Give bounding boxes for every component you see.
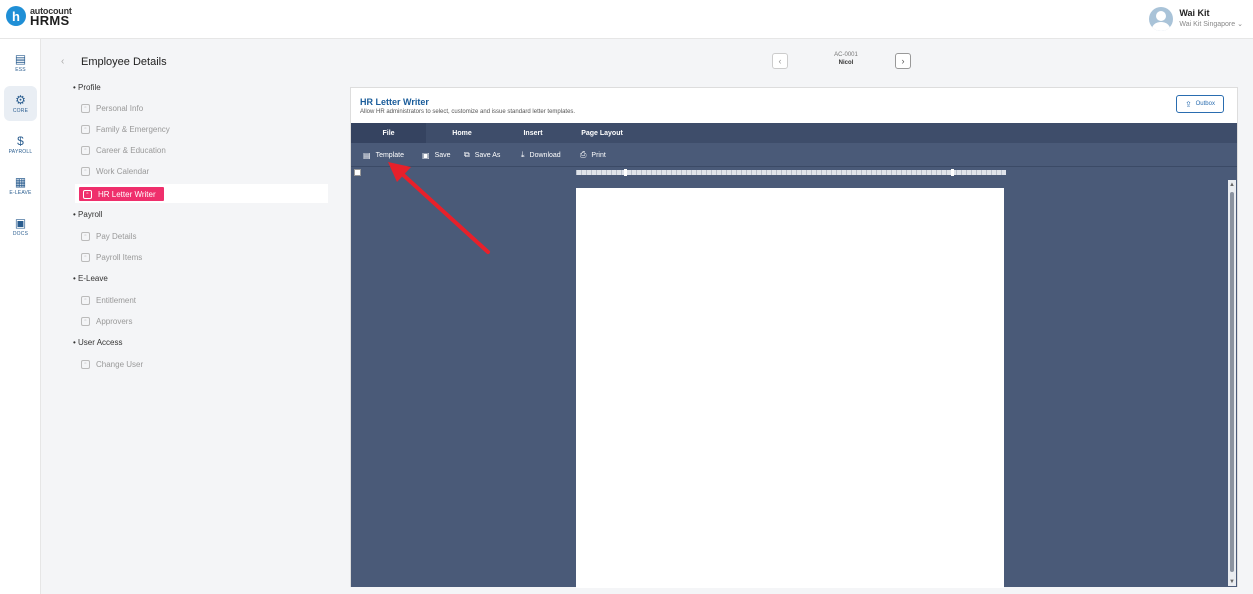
page-title: Employee Details: [81, 56, 167, 68]
editor-toolbar: ▤ Template ▣ Save ⧉ Save As ⤓ Download ⎙ Prin…: [351, 143, 1237, 167]
group-payroll: • Payroll: [73, 210, 103, 219]
next-employee-button[interactable]: ›: [895, 53, 911, 69]
menu-change-user[interactable]: ▫ Change User: [81, 357, 143, 371]
print-button[interactable]: ⎙ Print: [580, 148, 606, 162]
menu-family-emergency[interactable]: ▫ Family & Emergency: [81, 122, 170, 136]
employee-name: Nicol: [838, 60, 854, 66]
card-description: Allow HR administrators to select, custo…: [360, 109, 576, 115]
tab-home[interactable]: Home: [439, 123, 485, 143]
briefcase-icon: ▫: [81, 145, 90, 155]
ruler-right-marker[interactable]: [951, 169, 954, 176]
menu-hr-letter-writer[interactable]: ▫ HR Letter Writer: [79, 187, 164, 201]
core-icon: ⚙: [15, 92, 26, 107]
logo-mark-icon: h: [6, 6, 26, 26]
menu-pay-details[interactable]: ▫ Pay Details: [81, 229, 136, 243]
outbox-button[interactable]: ⇪ Outbox: [1175, 95, 1224, 113]
employee-details-panel: ‹ Employee Details • Profile ▫ Personal I…: [55, 50, 330, 390]
tab-insert[interactable]: Insert: [511, 123, 555, 143]
download-button[interactable]: ⤓ Download: [521, 148, 561, 162]
template-button[interactable]: ▤ Template: [363, 148, 404, 162]
menu-entitlement[interactable]: ▫ Entitlement: [81, 293, 136, 307]
outbox-icon: ⇪: [1184, 99, 1192, 109]
back-chevron-icon[interactable]: ‹: [61, 56, 73, 68]
ess-icon: ▤: [14, 51, 27, 66]
scroll-thumb[interactable]: [1230, 192, 1234, 572]
nav-item-eleave[interactable]: ▦ E-LEAVE: [0, 168, 41, 203]
family-icon: ▫: [81, 124, 90, 134]
nav-item-docs[interactable]: ▣ DOCS: [0, 209, 41, 244]
app-logo[interactable]: h autocount HRMS: [6, 6, 72, 28]
printer-icon: ⎙: [580, 150, 587, 159]
avatar: [1149, 7, 1174, 31]
menu-career-education[interactable]: ▫ Career & Education: [81, 143, 166, 157]
employee-code: AC-0001: [834, 52, 858, 58]
nav-label: PAYROLL: [8, 148, 33, 155]
nav-label: DOCS: [12, 230, 29, 237]
ruler-corner-tab-icon[interactable]: [354, 169, 361, 176]
employee-navigator: ‹ AC-0001 Nicol ›: [772, 51, 917, 73]
save-as-icon: ⧉: [464, 150, 470, 159]
nav-item-ess[interactable]: ▤ ESS: [0, 45, 41, 80]
letter-writer-card: HR Letter Writer Allow HR administrators…: [350, 87, 1238, 588]
user-icon: ▫: [81, 359, 90, 369]
group-eleave: • E-Leave: [73, 274, 108, 283]
user-menu[interactable]: Wai Kit Wai Kit Singapore ⌄: [1149, 7, 1243, 31]
editor-scrollbar[interactable]: ▲ ▼: [1228, 180, 1236, 586]
chevron-right-icon: ›: [901, 56, 905, 66]
editor-menubar: File Home Insert Page Layout: [351, 123, 1237, 143]
scroll-down-icon[interactable]: ▼: [1229, 579, 1235, 585]
save-icon: ▣: [422, 150, 430, 160]
chevron-down-icon: ⌄: [1237, 21, 1243, 28]
document-page[interactable]: [576, 188, 1004, 588]
menu-payroll-items[interactable]: ▫ Payroll Items: [81, 250, 142, 264]
nav-label: ESS: [15, 66, 26, 73]
download-icon: ⤓: [521, 150, 525, 159]
users-icon: ▫: [81, 316, 90, 326]
group-user-access: • User Access: [73, 338, 123, 347]
prev-employee-button[interactable]: ‹: [772, 53, 788, 69]
template-icon: ▤: [363, 150, 371, 160]
ruler-indent-marker[interactable]: [624, 169, 627, 176]
list-icon: ▫: [81, 252, 90, 262]
nav-item-payroll[interactable]: $ PAYROLL: [0, 127, 41, 162]
nav-item-core[interactable]: ⚙ CORE: [4, 86, 37, 121]
user-name: Wai Kit: [1179, 8, 1210, 18]
menu-personal-info[interactable]: ▫ Personal Info: [81, 101, 143, 115]
tab-file[interactable]: File: [351, 123, 426, 143]
left-nav: ▤ ESS ⚙ CORE $ PAYROLL ▦ E-LEAVE ▣ DOCS: [0, 39, 41, 594]
menu-approvers[interactable]: ▫ Approvers: [81, 314, 132, 328]
chevron-left-icon: ‹: [778, 56, 782, 66]
scroll-up-icon[interactable]: ▲: [1229, 182, 1235, 188]
group-profile: • Profile: [73, 83, 101, 92]
document-icon: ▣: [14, 215, 27, 230]
tab-page-layout[interactable]: Page Layout: [567, 123, 637, 143]
calendar-icon: ▦: [14, 174, 27, 189]
dollar-icon: $: [17, 133, 24, 148]
save-button[interactable]: ▣ Save: [422, 148, 451, 162]
card-title: HR Letter Writer: [360, 97, 429, 107]
calendar-icon: ▫: [81, 166, 90, 176]
horizontal-ruler[interactable]: [576, 170, 1006, 175]
top-bar: h autocount HRMS Wai Kit Wai Kit Singapo…: [0, 0, 1253, 39]
user-company: Wai Kit Singapore ⌄: [1179, 21, 1243, 28]
id-card-icon: ▫: [81, 103, 90, 113]
letter-icon: ▫: [83, 189, 92, 199]
bank-icon: ▫: [81, 231, 90, 241]
nav-label: E-LEAVE: [9, 189, 32, 196]
menu-work-calendar[interactable]: ▫ Work Calendar: [81, 164, 149, 178]
save-as-button[interactable]: ⧉ Save As: [464, 148, 500, 162]
logo-product: HRMS: [30, 13, 70, 28]
nav-label: CORE: [12, 107, 29, 114]
document-editor: File Home Insert Page Layout ▤ Template ▣…: [351, 123, 1237, 588]
calendar-icon: ▫: [81, 295, 90, 305]
